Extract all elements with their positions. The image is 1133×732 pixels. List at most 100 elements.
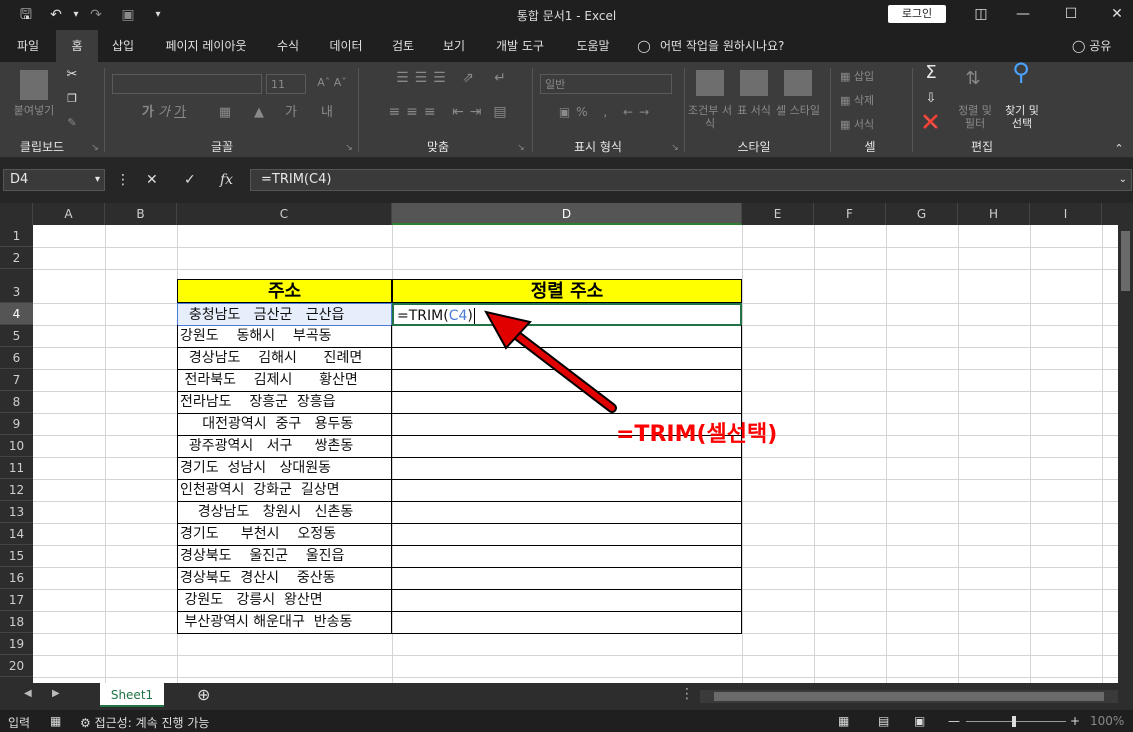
sort-filter-label[interactable]: 정렬 및 필터	[954, 104, 996, 130]
format-cells-button[interactable]: ▦ 서식	[840, 118, 900, 131]
address-cell[interactable]: 전라북도 김제시 황산면	[177, 369, 392, 392]
more-options-icon[interactable]: ⋮	[116, 172, 130, 188]
phonetic-icon[interactable]: 내	[312, 106, 342, 119]
alignment-launcher-icon[interactable]: ↘	[516, 142, 526, 155]
login-button[interactable]: 로그인	[888, 5, 946, 23]
number-launcher-icon[interactable]: ↘	[670, 142, 680, 155]
row-header[interactable]: 17	[0, 589, 33, 611]
sorted-address-cell[interactable]	[392, 545, 742, 568]
address-cell[interactable]: 강원도 동해시 부곡동	[177, 325, 392, 348]
expand-formula-bar-icon[interactable]: ⌄	[1119, 170, 1127, 190]
tab-file[interactable]: 파일	[0, 30, 56, 62]
column-header-h[interactable]: H	[958, 203, 1030, 225]
sheet-bar-menu-icon[interactable]: ⋮	[680, 686, 694, 702]
sorted-address-cell[interactable]	[392, 611, 742, 634]
column-header-i[interactable]: I	[1030, 203, 1102, 225]
fill-icon[interactable]: ⇩	[920, 92, 942, 105]
address-cell[interactable]: 충청남도 금산군 근산읍	[177, 303, 392, 326]
row-header[interactable]: 7	[0, 369, 33, 391]
fill-color-icon[interactable]: ▲	[244, 106, 274, 119]
row-header[interactable]: 5	[0, 325, 33, 347]
close-button[interactable]: ✕	[1102, 4, 1132, 24]
border-icon[interactable]: ▦	[210, 106, 240, 119]
sorted-address-cell[interactable]	[392, 457, 742, 480]
row-header[interactable]: 19	[0, 633, 33, 655]
address-cell[interactable]: 경기도 부천시 오정동	[177, 523, 392, 546]
insert-function-icon[interactable]: fx	[220, 172, 233, 188]
clipboard-launcher-icon[interactable]: ↘	[90, 142, 100, 155]
cell-styles-icon[interactable]	[784, 70, 812, 96]
cut-icon[interactable]: ✂	[64, 68, 80, 81]
font-color-icon[interactable]: 가	[276, 106, 306, 119]
zoom-slider-thumb[interactable]	[1012, 716, 1016, 727]
row-header[interactable]: 18	[0, 611, 33, 633]
row-header[interactable]: 4	[0, 303, 33, 325]
format-as-table-icon[interactable]	[740, 70, 768, 96]
sorted-address-cell[interactable]	[392, 567, 742, 590]
autosum-icon[interactable]: Σ	[920, 64, 942, 82]
format-as-table-label[interactable]: 표 서식	[734, 104, 774, 117]
sheet-scroll-right-icon[interactable]: ▶	[52, 688, 60, 699]
clear-icon[interactable]: ❌	[920, 116, 942, 129]
copy-icon[interactable]: ❐	[64, 92, 80, 105]
number-format-icons[interactable]: ▣% , ←→	[542, 106, 672, 119]
insert-cells-button[interactable]: ▦ 삽입	[840, 70, 900, 83]
tab-data[interactable]: 데이터	[318, 30, 374, 62]
row-header[interactable]: 20	[0, 655, 33, 677]
sorted-address-cell[interactable]	[392, 479, 742, 502]
page-layout-view-icon[interactable]: ▤	[878, 714, 889, 728]
row-header[interactable]: 9	[0, 413, 33, 435]
column-header-g[interactable]: G	[886, 203, 958, 225]
conditional-format-icon[interactable]	[696, 70, 724, 96]
sorted-address-cell[interactable]	[392, 523, 742, 546]
sheet-tab-sheet1[interactable]: Sheet1	[100, 683, 164, 707]
accessibility-checker[interactable]: ⚙ 접근성: 계속 진행 가능	[80, 714, 209, 731]
tab-home[interactable]: 홈	[56, 30, 98, 62]
paste-icon[interactable]	[20, 70, 48, 100]
column-header-b[interactable]: B	[105, 203, 177, 225]
address-cell[interactable]: 강원도 강릉시 왕산면	[177, 589, 392, 612]
paste-button-label[interactable]: 붙여넣기	[6, 104, 62, 117]
cancel-icon[interactable]: ✕	[146, 172, 158, 188]
address-cell[interactable]: 경상북도 울진군 울진읍	[177, 545, 392, 568]
column-header-f[interactable]: F	[814, 203, 886, 225]
sort-filter-icon[interactable]: ⇅	[958, 70, 988, 88]
column-header-e[interactable]: E	[742, 203, 814, 225]
normal-view-icon[interactable]: ▦	[838, 714, 849, 728]
name-box[interactable]: D4 ▾	[3, 169, 105, 191]
address-cell[interactable]: 인천광역시 강화군 길상면	[177, 479, 392, 502]
row-header[interactable]: 16	[0, 567, 33, 589]
bold-italic-underline-icons[interactable]: 가 가 가	[114, 106, 214, 119]
tab-page-layout[interactable]: 페이지 레이아웃	[154, 30, 258, 62]
row-header[interactable]: 14	[0, 523, 33, 545]
format-painter-icon[interactable]: ✎	[64, 116, 80, 129]
header-cell-address[interactable]: 주소	[177, 279, 392, 303]
column-header-c[interactable]: C	[177, 203, 392, 225]
horizontal-align-icons[interactable]: ≡≡≡ ⇤⇥	[368, 105, 508, 119]
tab-formulas[interactable]: 수식	[266, 30, 310, 62]
tell-me-search[interactable]: 어떤 작업을 원하시나요?	[660, 30, 810, 62]
find-select-label[interactable]: 찾기 및 선택	[1000, 104, 1044, 130]
merge-center-icon[interactable]: ▤	[490, 105, 510, 119]
font-grow-shrink-icon[interactable]: Aˆ Aˇ	[312, 76, 352, 89]
minimize-button[interactable]: —	[1008, 4, 1038, 24]
column-header-d[interactable]: D	[392, 203, 742, 225]
font-launcher-icon[interactable]: ↘	[344, 142, 354, 155]
row-header[interactable]: 3	[0, 269, 33, 303]
tab-insert[interactable]: 삽입	[102, 30, 144, 62]
sorted-address-cell[interactable]	[392, 589, 742, 612]
row-header[interactable]: 11	[0, 457, 33, 479]
name-box-dropdown-icon[interactable]: ▾	[95, 170, 100, 190]
formula-input[interactable]: =TRIM(C4) ⌄	[250, 169, 1132, 191]
enter-icon[interactable]: ✓	[184, 172, 196, 188]
zoom-in-icon[interactable]: +	[1070, 714, 1080, 728]
collapse-ribbon-icon[interactable]: ⌃	[1112, 142, 1126, 155]
sheet-scroll-left-icon[interactable]: ◀	[24, 688, 32, 699]
tab-developer[interactable]: 개발 도구	[484, 30, 556, 62]
vertical-align-icons[interactable]: ☰☰☰ ⇗	[368, 71, 508, 85]
tab-help[interactable]: 도움말	[564, 30, 622, 62]
row-header[interactable]: 13	[0, 501, 33, 523]
select-all-corner[interactable]	[0, 203, 33, 225]
address-cell[interactable]: 경상남도 김해시 진례면	[177, 347, 392, 370]
zoom-out-icon[interactable]: —	[948, 714, 960, 728]
